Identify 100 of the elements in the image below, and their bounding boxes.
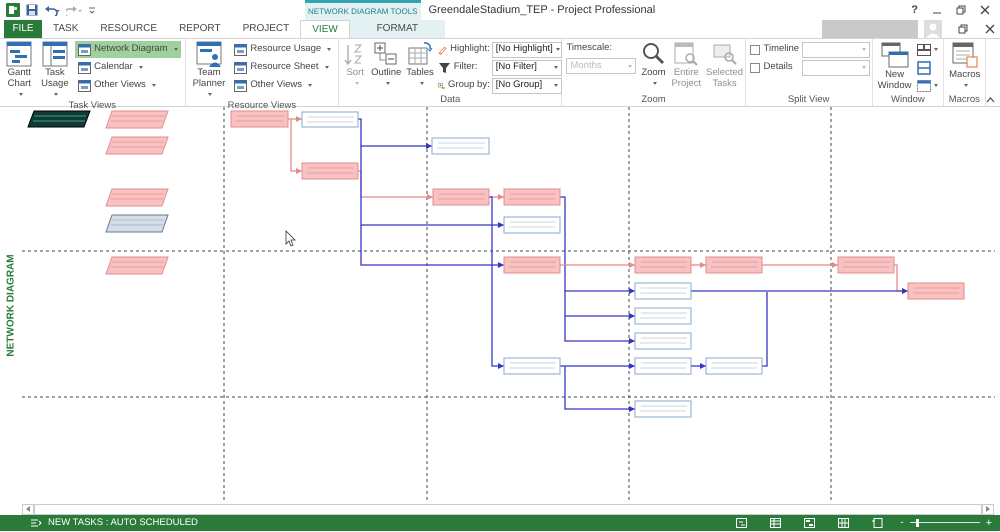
restore-icon[interactable] — [958, 24, 968, 34]
window-button[interactable] — [915, 77, 940, 94]
view-button[interactable]: Resource Sheet — [231, 59, 334, 76]
ribbon-tab[interactable]: PROJECT — [232, 20, 300, 38]
task-node[interactable] — [504, 358, 560, 374]
task-node[interactable] — [302, 112, 358, 128]
customize-menu-icon[interactable] — [88, 5, 96, 15]
ribbon-tab[interactable]: RESOURCE — [89, 20, 168, 38]
task-node[interactable] — [302, 162, 358, 180]
mouse-pointer-icon — [286, 230, 296, 247]
task-node[interactable] — [432, 138, 490, 154]
task-node[interactable] — [432, 188, 490, 206]
file-tab[interactable]: FILE — [4, 20, 42, 38]
summary-node[interactable] — [105, 136, 169, 154]
caret-icon — [174, 48, 178, 51]
caret-icon — [327, 48, 332, 51]
close-icon[interactable] — [984, 24, 994, 34]
caret-icon — [862, 66, 866, 69]
team-planner-view-icon[interactable] — [804, 518, 815, 528]
task-node[interactable] — [634, 282, 692, 300]
caret-icon — [964, 84, 968, 87]
task-node[interactable] — [838, 256, 894, 274]
redo-icon[interactable] — [66, 4, 82, 16]
dropdown-field[interactable]: [No Group] — [492, 78, 562, 94]
task-node[interactable] — [634, 400, 692, 418]
ribbon-button[interactable]: Tables — [405, 41, 435, 89]
checkbox[interactable] — [750, 62, 760, 72]
arrange-windows-icon — [917, 44, 932, 56]
task-node[interactable] — [504, 216, 560, 234]
task-node[interactable] — [908, 282, 964, 300]
sheet-view-icon[interactable] — [838, 518, 849, 528]
resource-usage-icon — [234, 44, 248, 56]
zoom-slider[interactable] — [910, 519, 980, 527]
zoom-in-button[interactable]: + — [986, 518, 992, 528]
ribbon-tab[interactable]: REPORT — [168, 20, 232, 38]
restore-icon[interactable] — [956, 5, 966, 15]
task-node[interactable] — [706, 256, 762, 274]
ribbon-tab[interactable]: FORMAT — [350, 20, 445, 38]
checkbox[interactable] — [750, 44, 760, 54]
ribbon-button[interactable]: New Window — [876, 41, 912, 91]
collapse-ribbon-icon[interactable] — [986, 97, 994, 104]
hide-window-icon — [917, 80, 932, 92]
ribbon-button[interactable]: Zoom — [639, 41, 668, 89]
caret-icon — [934, 84, 938, 87]
summary-node[interactable] — [27, 110, 91, 128]
summary-node[interactable] — [105, 256, 169, 274]
context-tab-group: NETWORK DIAGRAM TOOLS — [305, 0, 420, 20]
caret-icon — [556, 48, 560, 51]
caret-icon — [652, 82, 657, 85]
horizontal-scrollbar[interactable] — [34, 504, 982, 514]
task-node[interactable] — [634, 332, 692, 350]
right-arrow-icon — [986, 506, 990, 512]
task-usage-view-icon[interactable] — [770, 518, 781, 528]
ribbon-button[interactable]: Team Planner — [190, 41, 228, 100]
summary-node[interactable] — [105, 110, 169, 128]
caret-icon — [386, 82, 390, 85]
report-view-icon[interactable] — [872, 518, 883, 528]
ribbon-button[interactable]: Outline — [370, 41, 402, 89]
view-button[interactable]: Calendar — [75, 59, 181, 76]
summary-node[interactable] — [105, 188, 169, 206]
group-title: Macros — [948, 94, 980, 105]
scroll-left-button[interactable] — [22, 504, 34, 514]
zoom-out-button[interactable]: - — [900, 518, 904, 528]
group-title: Resource Views — [228, 100, 296, 111]
ribbon-tab[interactable]: VIEW — [300, 20, 350, 38]
windows-icon — [880, 41, 909, 69]
summary-node[interactable] — [105, 214, 169, 232]
task-node[interactable] — [634, 256, 692, 274]
view-button[interactable]: Other Views — [231, 77, 334, 94]
gantt-view-icon[interactable] — [736, 518, 747, 528]
scroll-right-button[interactable] — [982, 504, 994, 514]
ribbon-button[interactable]: Macros — [948, 41, 982, 91]
window-button[interactable] — [915, 41, 940, 58]
task-node[interactable] — [706, 358, 762, 374]
save-icon[interactable] — [26, 4, 38, 16]
task-node[interactable] — [504, 188, 560, 206]
view-button[interactable]: Network Diagram — [75, 41, 181, 58]
task-node[interactable] — [634, 308, 692, 324]
dropdown-field[interactable]: [No Highlight] — [492, 42, 562, 58]
macros-icon — [950, 41, 979, 69]
split-window-icon — [917, 60, 932, 74]
table-refresh-icon — [407, 41, 433, 67]
views-icon — [234, 80, 248, 92]
group-title: Data — [440, 94, 460, 105]
caret-icon — [308, 84, 312, 87]
app-icon[interactable] — [6, 3, 20, 17]
outline-icon — [373, 41, 400, 67]
task-node[interactable] — [230, 110, 288, 128]
dropdown-field[interactable]: [No Filter] — [492, 60, 562, 76]
ribbon-button[interactable]: Gantt Chart — [4, 41, 35, 100]
task-node[interactable] — [504, 256, 560, 274]
ribbon-tab[interactable]: TASK — [42, 20, 90, 38]
help-button[interactable]: ? — [911, 4, 918, 16]
undo-icon[interactable] — [44, 4, 60, 16]
close-icon[interactable] — [980, 5, 990, 15]
task-node[interactable] — [634, 358, 692, 374]
view-button[interactable]: Other Views — [75, 77, 181, 94]
team-planner-icon — [196, 41, 222, 67]
ribbon-button[interactable]: Task Usage — [38, 41, 72, 100]
view-button[interactable]: Resource Usage — [231, 41, 334, 58]
